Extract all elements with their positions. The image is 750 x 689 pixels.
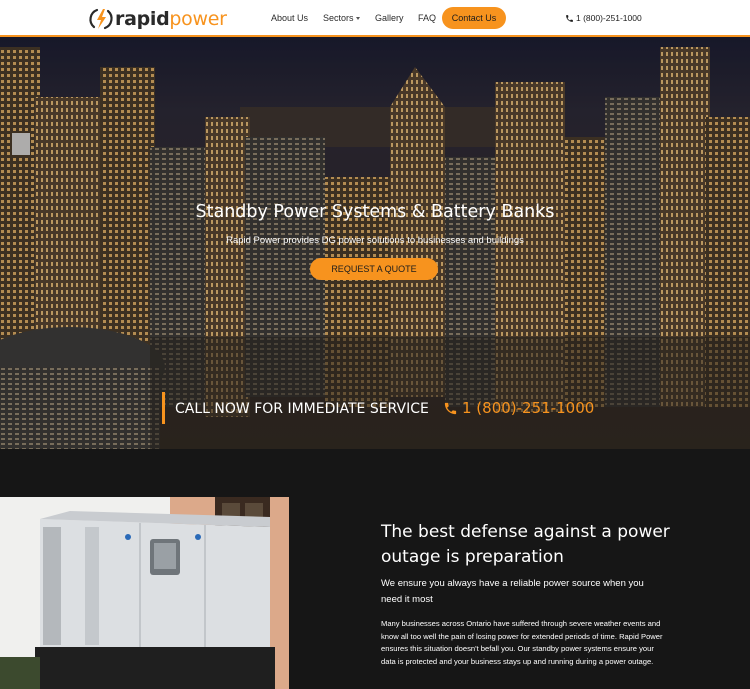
- nav-sectors-label: Sectors: [323, 13, 354, 23]
- phone-icon: [566, 14, 573, 22]
- hero-subtitle: Rapid Power provides DG power solutions …: [226, 235, 524, 246]
- nav-faq-link[interactable]: FAQ: [418, 13, 436, 23]
- call-phone-number: 1 (800)-251-1000: [462, 399, 595, 417]
- request-quote-button[interactable]: REQUEST A QUOTE: [310, 258, 438, 280]
- chevron-down-icon: [355, 17, 360, 20]
- nav-phone-number: 1 (800)-251-1000: [576, 13, 642, 23]
- nav-gallery-link[interactable]: Gallery: [375, 13, 404, 23]
- nav-phone-link[interactable]: 1 (800)-251-1000: [565, 13, 642, 23]
- hero-section: Standby Power Systems & Battery Banks Ra…: [0, 37, 750, 449]
- phone-icon: [444, 402, 457, 414]
- call-phone-link[interactable]: 1 (800)-251-1000: [443, 399, 594, 417]
- call-now-text: CALL NOW FOR IMMEDIATE SERVICE: [175, 401, 429, 417]
- section-lead: We ensure you always have a reliable pow…: [381, 578, 644, 605]
- nav-sectors-dropdown[interactable]: Sectors: [323, 13, 360, 23]
- generator-image: [0, 497, 289, 689]
- section-body: Many businesses across Ontario have suff…: [381, 619, 663, 667]
- contact-us-button[interactable]: Contact Us: [442, 7, 506, 29]
- lightning-bolt-icon: [88, 6, 114, 32]
- hero-title: Standby Power Systems & Battery Banks: [195, 202, 555, 222]
- logo-text-main: rapid: [115, 7, 170, 30]
- top-navigation: rapidpower About Us Sectors Gallery FAQ …: [0, 0, 750, 37]
- logo-text-accent: power: [169, 7, 227, 30]
- section-title: The best defense against a power outage …: [381, 522, 670, 567]
- nav-about-link[interactable]: About Us: [271, 13, 308, 23]
- cta-accent-bar: [162, 392, 165, 424]
- logo[interactable]: rapidpower: [88, 4, 227, 34]
